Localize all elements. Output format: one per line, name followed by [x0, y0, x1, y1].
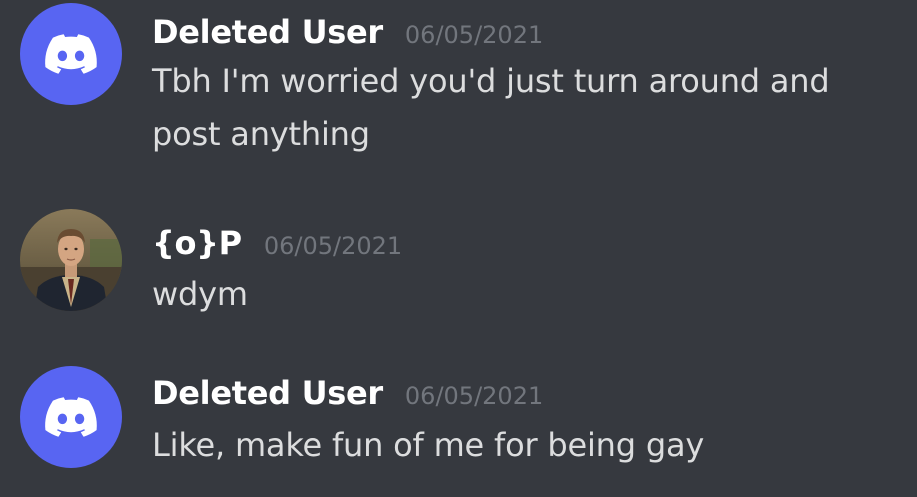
- message-line: Like, make fun of me for being gay: [152, 426, 705, 464]
- message-line: wdym: [152, 275, 248, 313]
- avatar[interactable]: [20, 3, 122, 105]
- discord-logo-icon: [45, 34, 97, 74]
- username[interactable]: Deleted User: [152, 374, 383, 412]
- message-text: wdym: [152, 268, 877, 321]
- discord-logo-icon: [45, 397, 97, 437]
- username[interactable]: {o}P: [152, 224, 242, 262]
- message-line: Tbh I'm worried you'd just turn around a…: [152, 62, 830, 100]
- username[interactable]: Deleted User: [152, 13, 383, 51]
- message-text: Tbh I'm worried you'd just turn around a…: [152, 55, 877, 161]
- timestamp: 06/05/2021: [404, 382, 544, 410]
- avatar[interactable]: [20, 366, 122, 468]
- message-text: Like, make fun of me for being gay: [152, 419, 877, 472]
- message-line: post anything: [152, 115, 370, 153]
- timestamp: 06/05/2021: [263, 232, 403, 260]
- timestamp: 06/05/2021: [404, 21, 544, 49]
- avatar[interactable]: [20, 209, 122, 311]
- user-photo: [20, 209, 122, 311]
